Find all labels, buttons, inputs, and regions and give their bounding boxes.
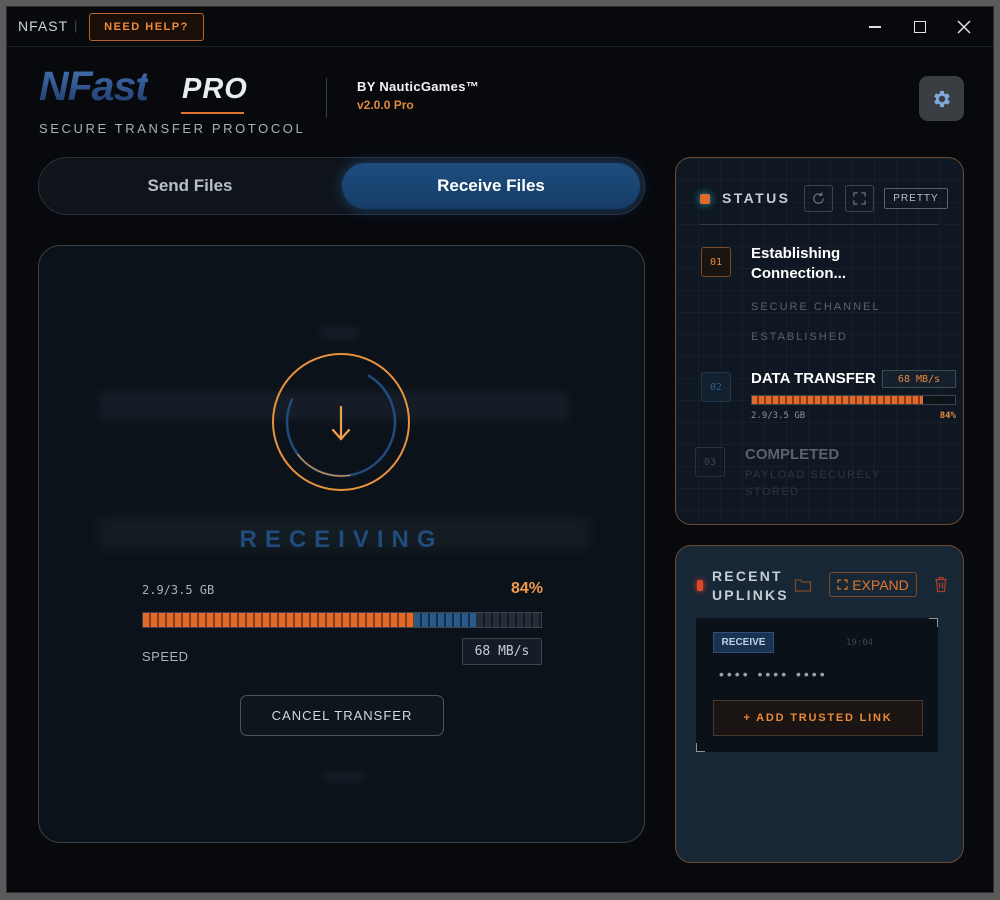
expand-label: EXPAND <box>852 576 909 593</box>
logo-pro-text: PRO <box>182 73 248 105</box>
speed-value: 68 MB/s <box>462 638 542 665</box>
step-title: Establishing Connection... <box>751 245 846 282</box>
close-button[interactable] <box>951 15 977 39</box>
app-name: NFAST <box>18 18 69 34</box>
progress-remaining <box>477 613 541 627</box>
uplink-badge: RECEIVE <box>713 632 774 653</box>
maximize-icon <box>914 21 926 33</box>
step-progress-fill <box>752 396 923 404</box>
recent-uplinks-panel: RECENT UPLINKS EXPAND RECEIVE 19:04 ••••… <box>675 545 964 863</box>
pretty-button[interactable]: PRETTY <box>884 188 948 209</box>
card-corner <box>696 743 705 752</box>
tab-receive-files[interactable]: Receive Files <box>342 163 640 209</box>
status-indicator <box>700 194 710 204</box>
publisher-label: BY NauticGames™ <box>357 79 480 94</box>
title-separator: | <box>74 18 78 33</box>
need-help-button[interactable]: NEED HELP? <box>89 13 204 41</box>
transfer-percent: 84% <box>510 580 543 597</box>
transfer-state-label: RECEIVING <box>239 526 444 553</box>
progress-fill <box>143 613 414 627</box>
tab-send-files[interactable]: Send Files <box>45 163 335 209</box>
version-label: v2.0.0 Pro <box>357 98 414 112</box>
refresh-button[interactable] <box>804 185 833 212</box>
cancel-transfer-button[interactable]: CANCEL TRANSFER <box>240 695 444 736</box>
step-title: COMPLETED <box>745 446 840 463</box>
step-subtitle: PAYLOAD SECURELY STORED <box>745 469 881 498</box>
step-number: 01 <box>701 247 731 277</box>
minimize-button[interactable] <box>862 15 888 39</box>
gear-icon <box>933 90 950 107</box>
ghost-overlay <box>324 771 364 783</box>
step-speed: 68 MB/s <box>882 370 956 388</box>
step-subtitle: ESTABLISHED <box>751 331 848 343</box>
maximize-button[interactable] <box>907 15 933 39</box>
expand-button[interactable]: EXPAND <box>829 572 917 597</box>
step-title: DATA TRANSFER <box>751 370 876 387</box>
step-number: 02 <box>701 372 731 402</box>
uplinks-indicator <box>697 580 703 591</box>
step-progress-bar <box>751 395 956 405</box>
step-percent: 84% <box>939 411 956 421</box>
speed-label: SPEED <box>142 649 189 664</box>
step-size: 2.9/3.5 GB <box>751 411 806 421</box>
app-window: NFAST | NEED HELP? NFast PRO SECURE TRAN… <box>6 6 994 893</box>
download-ring-icon <box>272 353 410 491</box>
transfer-card: RECEIVING 2.9/3.5 GB 84% SPEED 68 MB/s C… <box>38 245 645 843</box>
add-trusted-link-button[interactable]: + ADD TRUSTED LINK <box>713 700 923 736</box>
status-title: STATUS <box>722 190 791 206</box>
header-divider <box>326 78 327 118</box>
settings-button[interactable] <box>919 76 964 121</box>
folder-icon[interactable] <box>794 577 812 593</box>
status-panel: STATUS PRETTY 01 Establishing Connection… <box>675 157 964 525</box>
title-bar: NFAST | NEED HELP? <box>7 7 993 47</box>
trash-icon[interactable] <box>934 576 948 593</box>
fullscreen-button[interactable] <box>845 185 874 212</box>
uplink-time: 19:04 <box>846 638 874 648</box>
uplinks-title: RECENT UPLINKS <box>712 568 789 603</box>
ghost-overlay <box>319 326 359 340</box>
transfer-size: 2.9/3.5 GB <box>142 583 215 597</box>
step-subtitle: SECURE CHANNEL <box>751 301 881 313</box>
uplink-masked-id: •••• •••• •••• <box>719 666 828 682</box>
logo-underline <box>181 112 244 114</box>
fullscreen-icon <box>853 192 866 205</box>
expand-icon <box>837 579 848 590</box>
transfer-mode-tabs: Send Files Receive Files <box>38 157 645 215</box>
status-divider <box>700 224 938 225</box>
transfer-progress-bar <box>142 612 542 628</box>
close-icon <box>957 20 971 34</box>
tagline: SECURE TRANSFER PROTOCOL <box>39 121 306 136</box>
refresh-icon <box>813 192 824 204</box>
minimize-icon <box>869 26 881 28</box>
uplink-item: RECEIVE 19:04 •••• •••• •••• + ADD TRUST… <box>696 618 938 752</box>
logo-text: NFast <box>39 63 149 109</box>
card-corner <box>929 618 938 627</box>
progress-fill-tail <box>413 613 478 627</box>
step-number: 03 <box>695 447 725 477</box>
